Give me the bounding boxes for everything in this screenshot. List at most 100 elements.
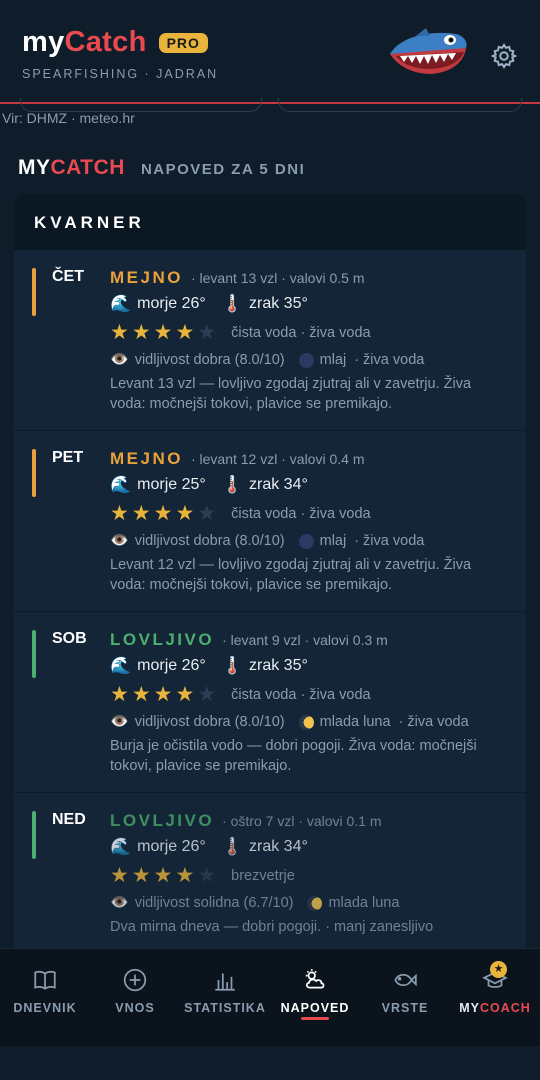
- bottom-nav: DNEVNIK VNOS STATISTIKA NAPOVED VRSTE ★ …: [0, 948, 540, 1046]
- sea-temp: morje 26°: [137, 838, 206, 855]
- eye-icon: 👁️: [110, 351, 129, 368]
- star-icon: ★: [197, 502, 217, 525]
- star-icon: ★: [175, 864, 195, 887]
- air-temp: zrak 35°: [249, 657, 308, 674]
- day-label: PET: [52, 449, 84, 466]
- wind-waves: · levant 13 vzl · valovi 0.5 m: [190, 270, 365, 286]
- moon-phase: mlaj: [319, 352, 347, 368]
- star-icon: ★: [110, 321, 129, 344]
- forecast-day[interactable]: PET MEJNO · levant 12 vzl · valovi 0.4 m…: [14, 431, 526, 612]
- weather-icon: [305, 969, 325, 989]
- nav-item-mycoach[interactable]: ★ MYCOACH: [450, 949, 540, 1046]
- forecast-day[interactable]: NED LOVLJIVO · oštro 7 vzl · valovi 0.1 …: [14, 793, 526, 954]
- wind-waves: · oštro 7 vzl · valovi 0.1 m: [222, 813, 382, 829]
- book-icon: [34, 970, 56, 990]
- day-list: ČET MEJNO · levant 13 vzl · valovi 0.5 m…: [14, 250, 526, 954]
- rating-bar: [32, 449, 36, 497]
- rating-label: MEJNO: [110, 449, 183, 468]
- moon-extra: · živa voda: [398, 714, 469, 730]
- rating-bar: [32, 630, 36, 678]
- star-icon: ★: [131, 502, 151, 525]
- rating-bar: [32, 268, 36, 316]
- settings-gear-icon[interactable]: [490, 42, 518, 70]
- plus-circle-icon: [123, 968, 147, 992]
- star-icon: ★: [175, 502, 195, 525]
- shark-mascot-icon: [390, 28, 467, 74]
- nav-item-vnos[interactable]: VNOS: [90, 949, 180, 1046]
- star-icon: ★: [197, 321, 217, 344]
- pro-badge: PRO: [158, 32, 208, 53]
- star-rating: ★ ★ ★ ★ ★: [110, 322, 219, 344]
- moon-extra: · živa voda: [354, 352, 425, 368]
- eye-icon: 👁️: [110, 894, 129, 911]
- thermometer-icon: 🌡️: [221, 656, 243, 675]
- app-header: myCatch PRO SPEARFISHING · JADRAN: [0, 0, 540, 104]
- moon-icon: [298, 714, 314, 730]
- nav-item-napoved[interactable]: NAPOVED: [270, 949, 360, 1046]
- conditions: čista voda · živa voda: [231, 325, 371, 341]
- bar-chart-icon: [215, 973, 235, 991]
- conditions: čista voda · živa voda: [231, 506, 371, 522]
- star-icon: ★: [197, 864, 217, 887]
- nav-item-statistika[interactable]: STATISTIKA: [180, 949, 270, 1046]
- rating-label: LOVLJIVO: [110, 630, 215, 649]
- sea-temp: morje 26°: [137, 295, 206, 312]
- nav-item-vrste[interactable]: VRSTE: [360, 949, 450, 1046]
- sea-temp: morje 25°: [137, 476, 206, 493]
- day-body: MEJNO · levant 12 vzl · valovi 0.4 m 🌊 m…: [110, 449, 510, 595]
- star-icon: ★: [153, 683, 173, 706]
- source-strip: Vir: DHMZ · meteo.hr: [0, 98, 540, 130]
- rating-bar: [32, 811, 36, 859]
- region-name: KVARNER: [34, 213, 145, 232]
- nav-item-dnevnik[interactable]: DNEVNIK: [0, 949, 90, 1046]
- wave-icon: 🌊: [110, 656, 132, 675]
- moon-phase: mlada luna: [328, 895, 400, 911]
- moon-phase: mlaj: [319, 533, 347, 549]
- pill-edge-right: [278, 98, 522, 112]
- day-description: Dva mirna dneva — dobri pogoji. · manj z…: [110, 919, 434, 935]
- forecast-day[interactable]: ČET MEJNO · levant 13 vzl · valovi 0.5 m…: [14, 250, 526, 431]
- eye-icon: 👁️: [110, 532, 129, 549]
- moon-icon: [307, 895, 323, 911]
- wind-waves: · levant 9 vzl · valovi 0.3 m: [222, 632, 388, 648]
- section-title: MY CATCH NAPOVED ZA 5 DNI: [18, 156, 306, 179]
- coach-star-badge-icon: ★: [490, 961, 507, 978]
- day-description: Levant 13 vzl — lovljivo zgodaj zjutraj …: [110, 376, 472, 412]
- source-attribution: Vir: DHMZ · meteo.hr: [2, 110, 135, 126]
- visibility: vidljivost dobra (8.0/10): [134, 714, 285, 730]
- wave-icon: 🌊: [110, 294, 132, 313]
- day-body: LOVLJIVO · oštro 7 vzl · valovi 0.1 m 🌊 …: [110, 811, 510, 937]
- visibility: vidljivost solidna (6.7/10): [134, 895, 294, 911]
- active-tab-indicator: [301, 1017, 329, 1020]
- star-icon: ★: [153, 502, 173, 525]
- star-rating: ★ ★ ★ ★ ★: [110, 684, 219, 706]
- moon-icon: [298, 533, 314, 549]
- sea-temp: morje 26°: [137, 657, 206, 674]
- star-icon: ★: [131, 864, 151, 887]
- thermometer-icon: 🌡️: [221, 475, 243, 494]
- app-subtitle: SPEARFISHING · JADRAN: [22, 67, 219, 81]
- region-card: KVARNER ČET MEJNO · levant 13 vzl · valo…: [14, 194, 526, 954]
- moon-icon: [298, 352, 314, 368]
- star-icon: ★: [153, 321, 173, 344]
- app-title: myCatch: [22, 26, 147, 58]
- air-temp: zrak 34°: [249, 476, 308, 493]
- air-temp: zrak 35°: [249, 295, 308, 312]
- forecast-day[interactable]: SOB LOVLJIVO · levant 9 vzl · valovi 0.3…: [14, 612, 526, 793]
- star-icon: ★: [131, 321, 151, 344]
- air-temp: zrak 34°: [249, 838, 308, 855]
- rating-label: LOVLJIVO: [110, 811, 215, 830]
- wave-icon: 🌊: [110, 475, 132, 494]
- star-icon: ★: [110, 502, 129, 525]
- brand: myCatch PRO: [22, 26, 208, 59]
- moon-extra: · živa voda: [354, 533, 425, 549]
- star-icon: ★: [110, 683, 129, 706]
- moon-phase: mlada luna: [319, 714, 391, 730]
- day-body: LOVLJIVO · levant 9 vzl · valovi 0.3 m 🌊…: [110, 630, 510, 776]
- system-bottom-bar: [0, 1046, 540, 1080]
- eye-icon: 👁️: [110, 713, 129, 730]
- rating-label: MEJNO: [110, 268, 183, 287]
- section-subtitle: NAPOVED ZA 5 DNI: [140, 161, 306, 178]
- fish-icon: [394, 973, 417, 987]
- visibility: vidljivost dobra (8.0/10): [134, 352, 285, 368]
